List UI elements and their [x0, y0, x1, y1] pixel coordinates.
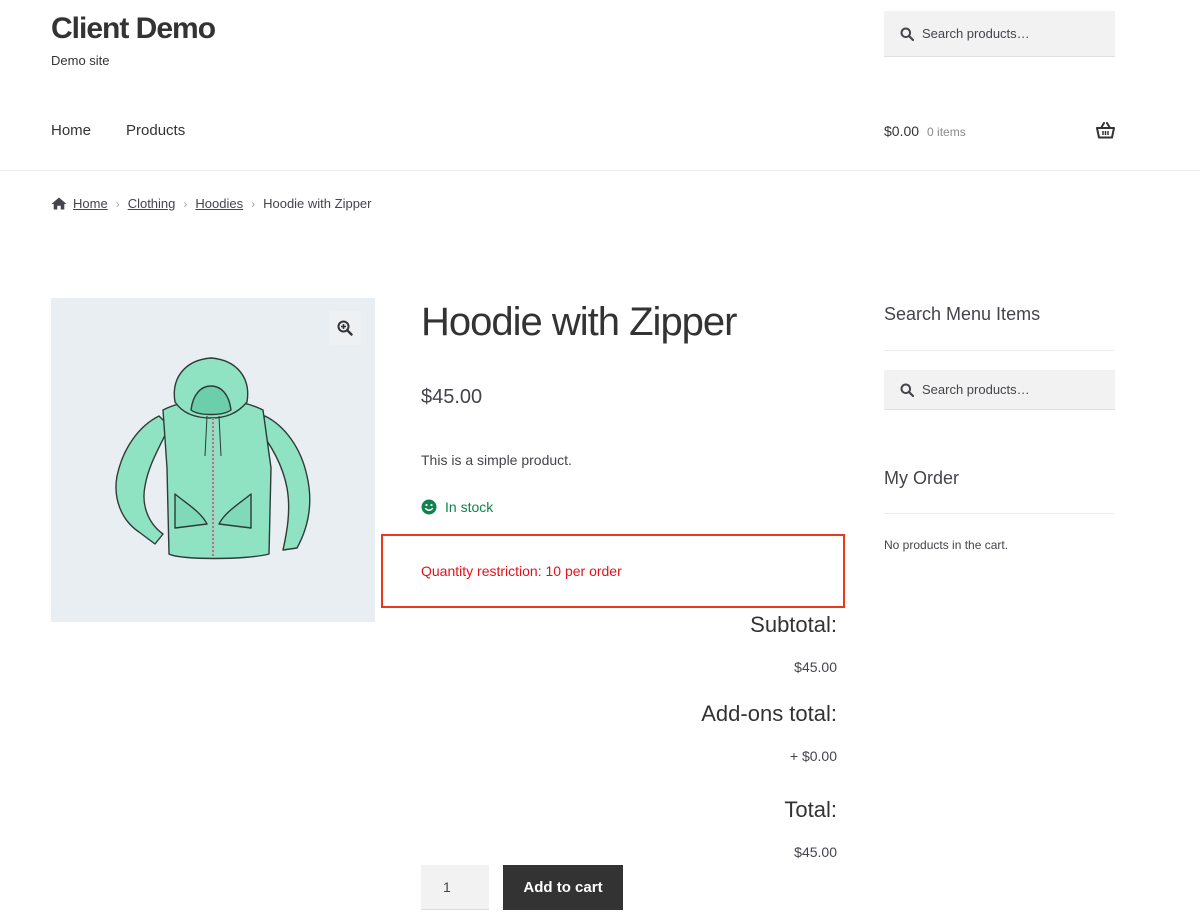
stock-label: In stock [445, 499, 494, 515]
site-description: Demo site [51, 53, 110, 68]
search-icon [900, 27, 914, 41]
quantity-restriction: Quantity restriction: 10 per order [421, 563, 622, 579]
chevron-right-icon: › [183, 196, 188, 211]
subtotal-value: $45.00 [794, 659, 837, 675]
total-value: $45.00 [794, 844, 837, 860]
add-to-cart-button[interactable]: Add to cart [503, 865, 623, 910]
product-price: $45.00 [421, 386, 483, 408]
cart-count: 0 items [927, 125, 966, 139]
nav-item-home[interactable]: Home [51, 122, 91, 139]
product-description: This is a simple product. [421, 452, 572, 468]
sidebar-search-input[interactable]: Search products… [884, 370, 1115, 410]
cart-summary[interactable]: $0.00 0 items [884, 123, 966, 139]
header-divider [0, 170, 1200, 171]
chevron-right-icon: › [115, 196, 120, 211]
header-search-input[interactable]: Search products… [884, 11, 1115, 57]
quantity-input[interactable]: 1 [421, 865, 489, 910]
breadcrumb-current: Hoodie with Zipper [263, 196, 372, 211]
zoom-button[interactable] [329, 311, 361, 345]
search-icon [900, 383, 914, 397]
breadcrumb-clothing[interactable]: Clothing [128, 196, 176, 211]
basket-icon[interactable] [1096, 122, 1115, 144]
empty-cart-message: No products in the cart. [884, 538, 1009, 552]
product-image[interactable] [51, 298, 375, 622]
cart-amount: $0.00 [884, 123, 920, 139]
chevron-right-icon: › [251, 196, 256, 211]
widget-divider [884, 513, 1114, 514]
header-search-placeholder: Search products… [922, 26, 1030, 41]
breadcrumb: Home › Clothing › Hoodies › Hoodie with … [51, 196, 371, 211]
subtotal-label: Subtotal: [750, 612, 837, 637]
zoom-in-icon [337, 320, 353, 336]
widget-divider [884, 350, 1114, 351]
total-label: Total: [784, 797, 837, 822]
site-title[interactable]: Client Demo [51, 12, 216, 46]
search-widget-title: Search Menu Items [884, 304, 1041, 324]
addons-total-value: + $0.00 [789, 748, 837, 764]
nav-item-products[interactable]: Products [126, 122, 185, 139]
home-icon [51, 197, 67, 210]
order-widget-title: My Order [884, 468, 960, 488]
smile-icon [421, 499, 437, 515]
stock-status: In stock [421, 499, 493, 515]
breadcrumb-home[interactable]: Home [73, 196, 108, 211]
addons-total-label: Add-ons total: [701, 701, 837, 726]
primary-nav: Home Products [51, 122, 185, 139]
product-title: Hoodie with Zipper [421, 300, 737, 344]
hoodie-illustration [115, 357, 311, 560]
breadcrumb-hoodies[interactable]: Hoodies [195, 196, 243, 211]
sidebar-search-placeholder: Search products… [922, 382, 1030, 397]
